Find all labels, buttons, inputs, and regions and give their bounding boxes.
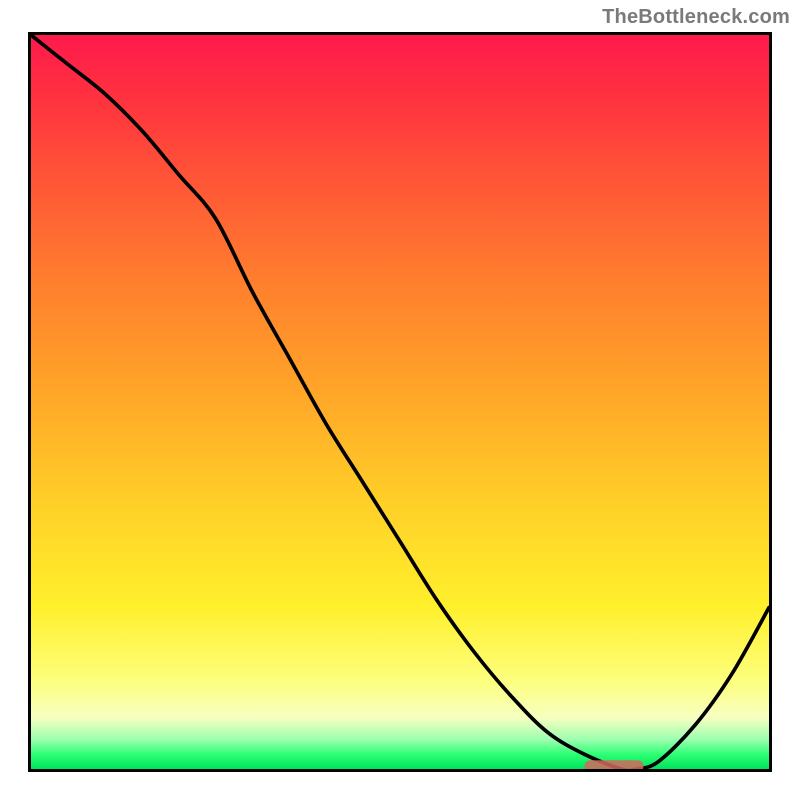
bottleneck-curve bbox=[31, 35, 769, 770]
watermark-text: TheBottleneck.com bbox=[602, 6, 790, 29]
curve-layer bbox=[31, 35, 769, 769]
minimum-marker bbox=[585, 760, 644, 772]
chart-stage: TheBottleneck.com bbox=[0, 0, 800, 800]
plot-area bbox=[28, 32, 772, 772]
